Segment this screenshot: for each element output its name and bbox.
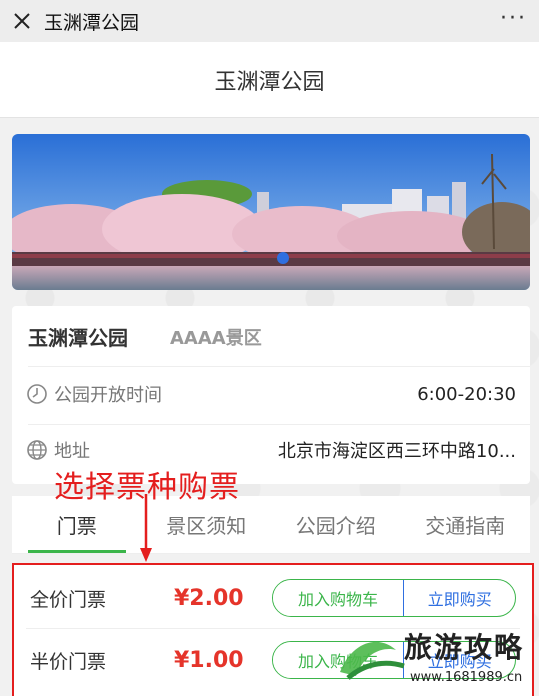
close-button[interactable]: [0, 0, 44, 42]
app-top-bar: 玉渊潭公园 ···: [0, 0, 539, 42]
park-info-card: 玉渊潭公园 AAAA景区 公园开放时间 6:00-20:30 地址 北京市海淀区…: [12, 306, 530, 484]
annotation-arrow-icon: [140, 494, 152, 562]
hours-value: 6:00-20:30: [417, 383, 516, 405]
ticket-name: 半价门票: [30, 650, 107, 673]
topbar-title: 玉渊潭公园: [44, 11, 140, 34]
hours-label: 公园开放时间: [54, 385, 162, 406]
ticket-price: ¥1.00: [174, 647, 244, 673]
page-title: 玉渊潭公园: [214, 69, 325, 95]
park-name: 玉渊潭公园: [28, 326, 128, 350]
ticket-action-group: 加入购物车 立即购买: [272, 579, 516, 617]
opening-hours-row: 公园开放时间 6:00-20:30: [26, 379, 516, 409]
ticket-price: ¥2.00: [174, 585, 244, 611]
watermark-logo-icon: [340, 641, 405, 680]
tab-introduction[interactable]: 公园介绍: [271, 496, 401, 553]
tab-transport[interactable]: 交通指南: [401, 496, 531, 553]
watermark-url: www.1681989.cn: [410, 670, 523, 685]
more-icon[interactable]: ···: [500, 6, 527, 31]
page-header: 玉渊潭公园: [0, 42, 539, 118]
add-to-cart-button[interactable]: 加入购物车: [273, 580, 403, 616]
divider: [28, 424, 530, 425]
clock-icon: [27, 384, 47, 404]
address-row[interactable]: 地址 北京市海淀区西三环中路10...: [26, 435, 516, 465]
ticket-name: 全价门票: [30, 588, 107, 611]
divider: [28, 366, 530, 367]
globe-icon: [27, 440, 47, 460]
address-label: 地址: [54, 441, 90, 462]
close-icon: [14, 13, 30, 29]
park-banner-image[interactable]: [12, 134, 530, 290]
carousel-indicator: [277, 252, 289, 264]
cherry-blossom-photo: [12, 134, 530, 290]
watermark: 旅游攻略 www.1681989.cn: [330, 620, 539, 696]
park-level-badge: AAAA景区: [170, 328, 262, 349]
address-value: 北京市海淀区西三环中路10...: [277, 441, 516, 462]
buy-now-button[interactable]: 立即购买: [403, 580, 515, 616]
watermark-text: 旅游攻略: [404, 631, 525, 664]
